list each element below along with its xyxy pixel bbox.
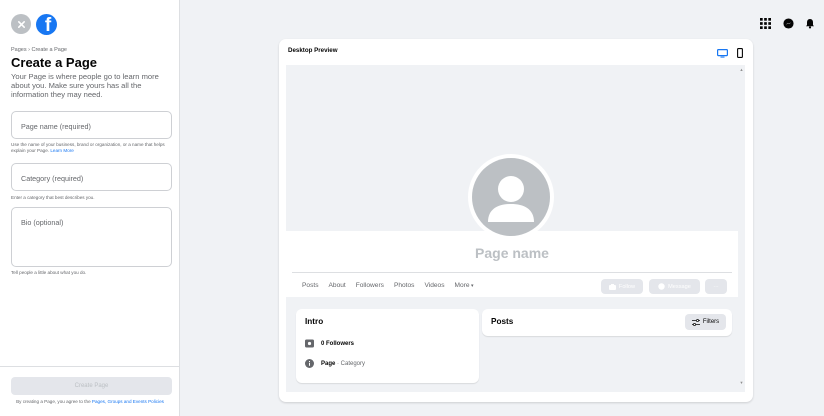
posts-title: Posts xyxy=(491,317,514,326)
mobile-icon[interactable] xyxy=(737,45,743,63)
messenger-small-icon xyxy=(658,283,665,290)
category-label: · Category xyxy=(335,360,366,367)
more-options-button[interactable]: ··· xyxy=(705,279,727,294)
profile-picture xyxy=(468,154,554,240)
facebook-logo[interactable]: f xyxy=(36,13,57,35)
close-icon[interactable] xyxy=(11,14,31,34)
category-helper: Enter a category that best describes you… xyxy=(11,195,95,200)
follow-button[interactable]: Follow xyxy=(601,279,643,294)
followers-count: 0 Followers xyxy=(321,340,355,347)
followers-icon xyxy=(305,339,314,348)
page-name-field[interactable]: Page name (required) xyxy=(11,111,172,139)
create-page-button[interactable]: Create Page xyxy=(11,377,172,395)
grid-menu-icon[interactable] xyxy=(758,16,772,30)
category-row: Page · Category xyxy=(305,359,365,368)
create-page-panel: f Pages › Create a Page Create a Page Yo… xyxy=(0,0,180,416)
info-icon xyxy=(305,359,314,368)
intro-title: Intro xyxy=(305,317,324,326)
learn-more-link[interactable]: Learn More xyxy=(50,148,74,153)
tab-posts[interactable]: Posts xyxy=(302,282,319,289)
filters-button[interactable]: Filters xyxy=(685,314,726,330)
panel-footer: Create Page By creating a Page, you agre… xyxy=(0,366,179,416)
category-field[interactable]: Category (required) xyxy=(11,163,172,191)
preview-page-name: Page name xyxy=(475,245,549,261)
page-label: Page xyxy=(321,360,336,367)
page-tabs: Posts About Followers Photos Videos More… xyxy=(292,272,732,297)
bio-placeholder: Bio (optional) xyxy=(21,218,64,227)
page-name-placeholder: Page name (required) xyxy=(21,122,91,131)
desktop-preview-card: Desktop Preview Page name Posts About Fo… xyxy=(279,39,753,402)
bell-icon[interactable] xyxy=(803,16,817,30)
category-placeholder: Category (required) xyxy=(21,174,84,183)
messenger-icon[interactable] xyxy=(781,16,795,30)
scroll-down-arrow-icon[interactable]: ▼ xyxy=(739,380,744,386)
tab-videos[interactable]: Videos xyxy=(424,282,444,289)
bio-helper: Tell people a little about what you do. xyxy=(11,270,87,275)
tab-about[interactable]: About xyxy=(329,282,346,289)
top-left-icons: f xyxy=(11,13,57,35)
tab-followers[interactable]: Followers xyxy=(356,282,384,289)
agreement-text: By creating a Page, you agree to the Pag… xyxy=(16,399,164,404)
preview-title: Desktop Preview xyxy=(288,47,338,54)
avatar-placeholder-icon xyxy=(488,176,534,222)
posts-card: Posts Filters xyxy=(482,309,732,336)
follow-icon xyxy=(608,283,616,290)
page-description: Your Page is where people go to learn mo… xyxy=(11,72,159,99)
scroll-up-arrow-icon[interactable]: ▲ xyxy=(739,67,744,73)
tab-photos[interactable]: Photos xyxy=(394,282,415,289)
bio-field[interactable]: Bio (optional) xyxy=(11,207,172,267)
intro-card: Intro 0 Followers Page · Category xyxy=(296,309,479,383)
tab-more[interactable]: More xyxy=(455,282,474,289)
followers-row: 0 Followers xyxy=(305,339,354,348)
page-name-helper: Use the name of your business, brand or … xyxy=(11,142,165,153)
page-preview: Page name Posts About Followers Photos V… xyxy=(286,65,745,392)
message-button[interactable]: Message xyxy=(649,279,700,294)
filters-icon xyxy=(691,318,700,326)
breadcrumb: Pages › Create a Page xyxy=(11,47,67,53)
preview-scrollbar[interactable]: ▲ ▼ xyxy=(738,65,745,392)
desktop-icon[interactable] xyxy=(717,45,729,63)
policies-link[interactable]: Pages, Groups and Events Policies xyxy=(92,399,164,404)
page-title: Create a Page xyxy=(11,55,97,70)
